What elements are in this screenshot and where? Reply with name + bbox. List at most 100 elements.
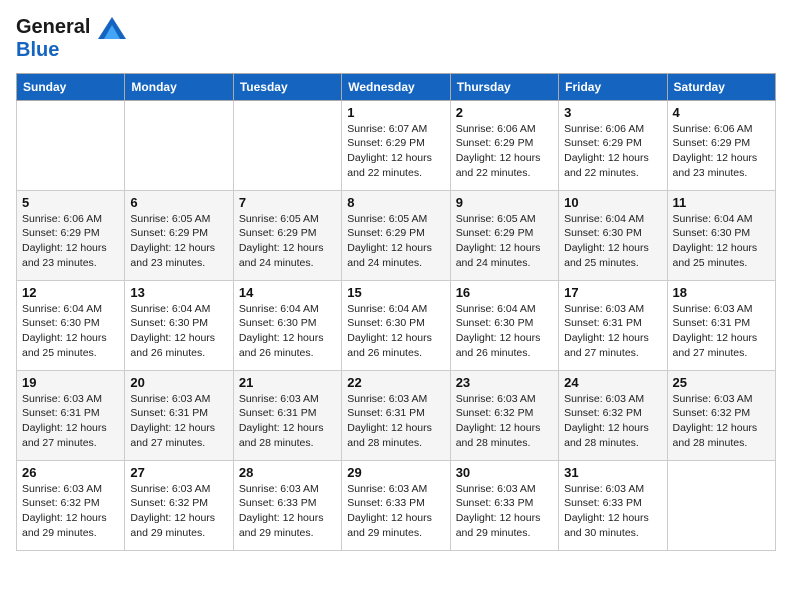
day-info: Sunrise: 6:03 AM Sunset: 6:32 PM Dayligh… <box>673 392 770 451</box>
empty-cell <box>233 100 341 190</box>
day-number: 1 <box>347 105 444 120</box>
header-thursday: Thursday <box>450 73 558 100</box>
day-number: 31 <box>564 465 661 480</box>
day-info: Sunrise: 6:03 AM Sunset: 6:31 PM Dayligh… <box>673 302 770 361</box>
day-info: Sunrise: 6:06 AM Sunset: 6:29 PM Dayligh… <box>673 122 770 181</box>
day-number: 25 <box>673 375 770 390</box>
day-info: Sunrise: 6:05 AM Sunset: 6:29 PM Dayligh… <box>130 212 227 271</box>
calendar-day-13: 13Sunrise: 6:04 AM Sunset: 6:30 PM Dayli… <box>125 280 233 370</box>
day-number: 12 <box>22 285 119 300</box>
day-number: 5 <box>22 195 119 210</box>
page-header: General Blue <box>16 16 776 61</box>
day-info: Sunrise: 6:03 AM Sunset: 6:31 PM Dayligh… <box>22 392 119 451</box>
day-number: 14 <box>239 285 336 300</box>
calendar-day-2: 2 Sunrise: 6:06 AM Sunset: 6:29 PM Daylig… <box>450 100 558 190</box>
day-number: 6 <box>130 195 227 210</box>
calendar-day-4: 4 Sunrise: 6:06 AM Sunset: 6:29 PM Daylig… <box>667 100 775 190</box>
calendar-day-23: 23 Sunrise: 6:03 AM Sunset: 6:32 PM Dayli… <box>450 370 558 460</box>
calendar-day-28: 28 Sunrise: 6:03 AM Sunset: 6:33 PM Dayli… <box>233 460 341 550</box>
day-info: Sunrise: 6:05 AM Sunset: 6:29 PM Dayligh… <box>239 212 336 271</box>
day-info: Sunrise: 6:04 AM Sunset: 6:30 PM Dayligh… <box>564 212 661 271</box>
day-number: 16 <box>456 285 553 300</box>
calendar-day-16: 16 Sunrise: 6:04 AM Sunset: 6:30 PM Dayli… <box>450 280 558 370</box>
empty-cell <box>125 100 233 190</box>
calendar-day-11: 11Sunrise: 6:04 AM Sunset: 6:30 PM Dayli… <box>667 190 775 280</box>
calendar-day-3: 3 Sunrise: 6:06 AM Sunset: 6:29 PM Daylig… <box>559 100 667 190</box>
calendar-week-3: 12 Sunrise: 6:04 AM Sunset: 6:30 PM Dayli… <box>17 280 776 370</box>
day-number: 28 <box>239 465 336 480</box>
day-info: Sunrise: 6:03 AM Sunset: 6:31 PM Dayligh… <box>347 392 444 451</box>
day-number: 26 <box>22 465 119 480</box>
header-friday: Friday <box>559 73 667 100</box>
calendar-day-9: 9 Sunrise: 6:05 AM Sunset: 6:29 PM Daylig… <box>450 190 558 280</box>
empty-cell <box>17 100 125 190</box>
calendar-day-30: 30Sunrise: 6:03 AM Sunset: 6:33 PM Dayli… <box>450 460 558 550</box>
day-number: 2 <box>456 105 553 120</box>
logo-text: General Blue <box>16 16 126 61</box>
day-number: 4 <box>673 105 770 120</box>
calendar-day-29: 29 Sunrise: 6:03 AM Sunset: 6:33 PM Dayli… <box>342 460 450 550</box>
day-info: Sunrise: 6:04 AM Sunset: 6:30 PM Dayligh… <box>22 302 119 361</box>
day-info: Sunrise: 6:03 AM Sunset: 6:31 PM Dayligh… <box>239 392 336 451</box>
day-info: Sunrise: 6:04 AM Sunset: 6:30 PM Dayligh… <box>456 302 553 361</box>
calendar-week-5: 26 Sunrise: 6:03 AM Sunset: 6:32 PM Dayli… <box>17 460 776 550</box>
day-info: Sunrise: 6:05 AM Sunset: 6:29 PM Dayligh… <box>456 212 553 271</box>
day-number: 7 <box>239 195 336 210</box>
calendar-table: SundayMondayTuesdayWednesdayThursdayFrid… <box>16 73 776 551</box>
calendar-day-31: 31Sunrise: 6:03 AM Sunset: 6:33 PM Dayli… <box>559 460 667 550</box>
day-info: Sunrise: 6:03 AM Sunset: 6:32 PM Dayligh… <box>564 392 661 451</box>
empty-cell <box>667 460 775 550</box>
calendar-week-4: 19Sunrise: 6:03 AM Sunset: 6:31 PM Dayli… <box>17 370 776 460</box>
calendar-day-18: 18 Sunrise: 6:03 AM Sunset: 6:31 PM Dayli… <box>667 280 775 370</box>
calendar-week-2: 5 Sunrise: 6:06 AM Sunset: 6:29 PM Daylig… <box>17 190 776 280</box>
day-number: 27 <box>130 465 227 480</box>
calendar-week-1: 1 Sunrise: 6:07 AM Sunset: 6:29 PM Daylig… <box>17 100 776 190</box>
calendar-header-row: SundayMondayTuesdayWednesdayThursdayFrid… <box>17 73 776 100</box>
day-info: Sunrise: 6:03 AM Sunset: 6:31 PM Dayligh… <box>130 392 227 451</box>
day-info: Sunrise: 6:04 AM Sunset: 6:30 PM Dayligh… <box>130 302 227 361</box>
header-tuesday: Tuesday <box>233 73 341 100</box>
day-info: Sunrise: 6:03 AM Sunset: 6:33 PM Dayligh… <box>456 482 553 541</box>
calendar-day-8: 8 Sunrise: 6:05 AM Sunset: 6:29 PM Daylig… <box>342 190 450 280</box>
day-number: 20 <box>130 375 227 390</box>
day-number: 23 <box>456 375 553 390</box>
day-info: Sunrise: 6:04 AM Sunset: 6:30 PM Dayligh… <box>347 302 444 361</box>
day-number: 21 <box>239 375 336 390</box>
calendar-day-14: 14 Sunrise: 6:04 AM Sunset: 6:30 PM Dayli… <box>233 280 341 370</box>
day-info: Sunrise: 6:05 AM Sunset: 6:29 PM Dayligh… <box>347 212 444 271</box>
day-info: Sunrise: 6:03 AM Sunset: 6:33 PM Dayligh… <box>347 482 444 541</box>
calendar-day-19: 19Sunrise: 6:03 AM Sunset: 6:31 PM Dayli… <box>17 370 125 460</box>
day-number: 8 <box>347 195 444 210</box>
day-number: 9 <box>456 195 553 210</box>
calendar-day-24: 24 Sunrise: 6:03 AM Sunset: 6:32 PM Dayli… <box>559 370 667 460</box>
day-info: Sunrise: 6:06 AM Sunset: 6:29 PM Dayligh… <box>564 122 661 181</box>
logo-icon <box>98 17 126 39</box>
day-info: Sunrise: 6:03 AM Sunset: 6:31 PM Dayligh… <box>564 302 661 361</box>
day-number: 15 <box>347 285 444 300</box>
calendar-day-22: 22 Sunrise: 6:03 AM Sunset: 6:31 PM Dayli… <box>342 370 450 460</box>
day-number: 18 <box>673 285 770 300</box>
day-number: 29 <box>347 465 444 480</box>
day-info: Sunrise: 6:07 AM Sunset: 6:29 PM Dayligh… <box>347 122 444 181</box>
day-info: Sunrise: 6:06 AM Sunset: 6:29 PM Dayligh… <box>22 212 119 271</box>
day-info: Sunrise: 6:04 AM Sunset: 6:30 PM Dayligh… <box>239 302 336 361</box>
calendar-day-25: 25 Sunrise: 6:03 AM Sunset: 6:32 PM Dayli… <box>667 370 775 460</box>
day-number: 3 <box>564 105 661 120</box>
day-number: 22 <box>347 375 444 390</box>
day-number: 10 <box>564 195 661 210</box>
day-info: Sunrise: 6:03 AM Sunset: 6:33 PM Dayligh… <box>239 482 336 541</box>
calendar-day-17: 17Sunrise: 6:03 AM Sunset: 6:31 PM Dayli… <box>559 280 667 370</box>
header-saturday: Saturday <box>667 73 775 100</box>
day-number: 24 <box>564 375 661 390</box>
calendar-day-20: 20 Sunrise: 6:03 AM Sunset: 6:31 PM Dayli… <box>125 370 233 460</box>
logo: General Blue <box>16 16 126 61</box>
day-info: Sunrise: 6:06 AM Sunset: 6:29 PM Dayligh… <box>456 122 553 181</box>
calendar-day-21: 21 Sunrise: 6:03 AM Sunset: 6:31 PM Dayli… <box>233 370 341 460</box>
calendar-day-15: 15 Sunrise: 6:04 AM Sunset: 6:30 PM Dayli… <box>342 280 450 370</box>
day-info: Sunrise: 6:03 AM Sunset: 6:32 PM Dayligh… <box>22 482 119 541</box>
header-monday: Monday <box>125 73 233 100</box>
day-info: Sunrise: 6:03 AM Sunset: 6:32 PM Dayligh… <box>456 392 553 451</box>
logo-blue: Blue <box>16 39 126 61</box>
calendar-day-26: 26 Sunrise: 6:03 AM Sunset: 6:32 PM Dayli… <box>17 460 125 550</box>
calendar-day-12: 12 Sunrise: 6:04 AM Sunset: 6:30 PM Dayli… <box>17 280 125 370</box>
